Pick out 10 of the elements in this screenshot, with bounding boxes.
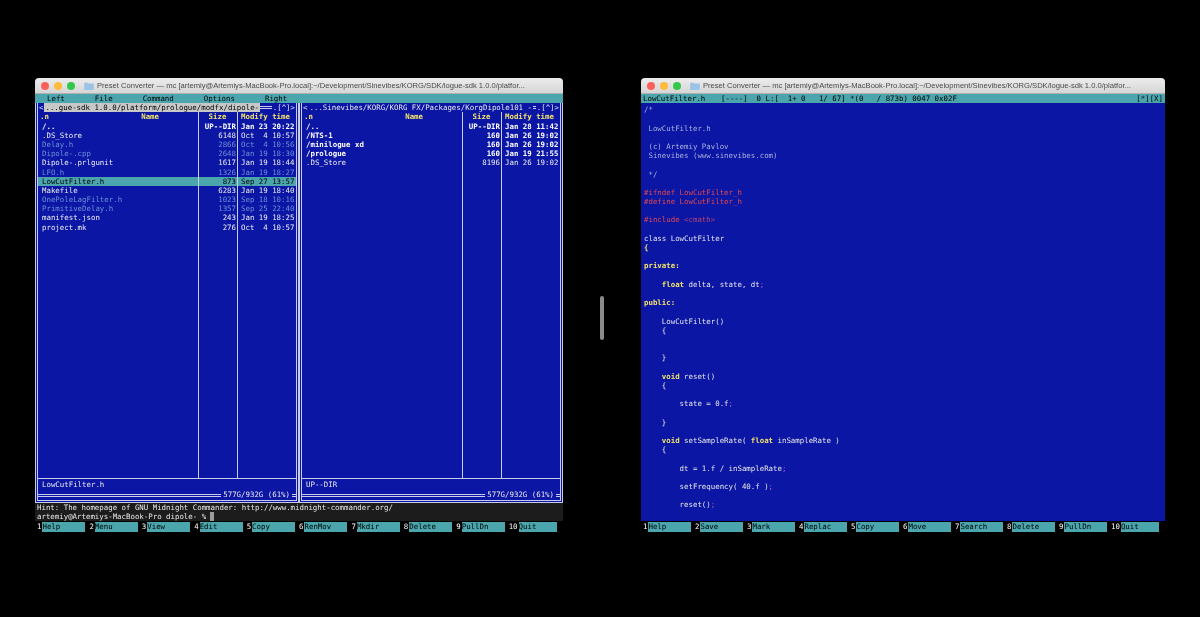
minimize-button[interactable] (660, 81, 668, 90)
minimize-button[interactable] (54, 81, 62, 90)
close-button[interactable] (41, 81, 49, 90)
zoom-button[interactable] (67, 81, 75, 90)
close-button[interactable] (647, 81, 655, 90)
split-handle[interactable] (600, 296, 604, 340)
zoom-button[interactable] (673, 81, 681, 90)
folder-icon (690, 81, 700, 90)
folder-icon (84, 81, 94, 90)
text-cursor (210, 511, 215, 521)
